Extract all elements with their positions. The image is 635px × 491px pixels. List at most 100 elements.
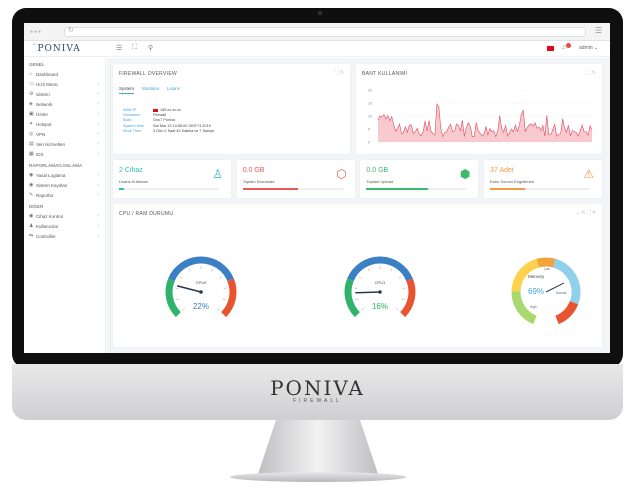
tab-system[interactable]: System [119, 86, 135, 94]
sidebar-item-icon: ◉ [29, 213, 34, 219]
sidebar-item[interactable]: ◈ Network › [24, 99, 105, 109]
gauge-needle [355, 291, 381, 294]
y-tick-label: 0 [368, 141, 370, 145]
stat-value: 0.0 GB [242, 167, 265, 174]
sidebar-item[interactable]: ▣ İzinler › [24, 109, 105, 119]
sidebar-item[interactable]: ⌂ Dashboard [24, 69, 105, 79]
stat-icon: ⬢ [459, 167, 471, 181]
chevron-right-icon: › [97, 192, 99, 198]
firewall-info: WAN IP 185.xx.xx.xx Hostname Firewall Build G… [123, 108, 214, 134]
fullscreen-icon[interactable]: ⛶ [132, 44, 137, 52]
sidebar-item[interactable]: ◉ Yasal Loglama › [24, 170, 105, 180]
stat-card: 0.0 GB Toplam Download ⬡ [236, 160, 355, 198]
memory-band [552, 258, 581, 305]
y-tick-label: 5 [368, 128, 370, 132]
chevron-right-icon: › [97, 91, 99, 97]
cpu-ram-card: CPU / RAM DURUMU ⌄ ↻ ⛶ ✕ CPU0 22% CPU1 16% M… [113, 204, 602, 347]
gauges: CPU0 22% CPU1 16% Memory 69% Low Normal High [165, 256, 581, 325]
sidebar-item-icon: ▦ [29, 151, 34, 157]
menu-toggle-icon[interactable]: ☰ [116, 44, 122, 52]
sidebar-item[interactable]: ◉ Sistem Kayıtları › [24, 180, 105, 190]
sidebar-item-icon: ♟ [29, 223, 34, 229]
sidebar-section-title: RAPORLAMA/LOGLAMA [29, 163, 83, 168]
sidebar-item-label: Sistem [36, 91, 50, 97]
stat-value: 2 Cihaz [119, 167, 143, 174]
sidebar-item-label: Dashboard [36, 71, 59, 77]
sidebar-item-icon: ✎ [29, 192, 34, 198]
search-icon[interactable]: ⚲ [148, 44, 153, 52]
window-dots: ●●● [30, 29, 43, 35]
gauge-value: 22% [193, 302, 209, 311]
chevron-right-icon: › [97, 141, 99, 147]
sidebar-item-icon: ▣ [29, 111, 34, 117]
app-logo[interactable]: ˆPONIVA [32, 44, 81, 54]
sidebar-item-icon: ✦ [29, 121, 34, 127]
monitor-stage: PONIVA FIREWALL ●●● ↻ ☰ ˆPONIVA ☰ ⛶ ⚲ ♫ … [0, 0, 635, 491]
sidebar-item[interactable]: ✎ Raporlar › [24, 190, 105, 200]
memory-value: 69% [528, 287, 544, 296]
stat-progress [242, 188, 298, 190]
chevron-right-icon: › [97, 101, 99, 107]
firewall-overview-card: FIREWALL OVERVIEW ⛶ ↻ System Modules Lisan… [113, 64, 350, 154]
sidebar-item-label: VPN [36, 131, 46, 137]
sidebar-item-label: Yasal Loglama [36, 172, 66, 178]
card-tools[interactable]: ⛶ ↻ [335, 70, 344, 76]
reload-icon[interactable]: ↻ [68, 26, 74, 34]
sidebar-item[interactable]: ♟ Kullanıcılar › [24, 221, 105, 231]
sidebar-item[interactable]: ◉ Cihaz Kontrol › [24, 211, 105, 221]
stat-value: 37 Adet [490, 167, 514, 174]
chevron-right-icon: › [97, 131, 99, 137]
chevron-right-icon: › [97, 223, 99, 229]
chin-logo: PONIVA FIREWALL [0, 376, 635, 404]
stat-track [119, 188, 219, 190]
sidebar-item-label: Cihaz Kontrol [36, 213, 64, 219]
sidebar-item[interactable]: ▦ IDS › [24, 149, 105, 159]
sidebar-item-label: IDS [36, 151, 44, 157]
sidebar-item-label: Kullanıcılar [36, 223, 59, 229]
sidebar-item-icon: ⚙ [29, 91, 34, 97]
stat-card: 2 Cihaz Lisans Kullanımı ♙ [113, 160, 231, 198]
url-bar[interactable] [64, 27, 586, 37]
memory-name: Memory [528, 274, 545, 279]
language-flag-icon[interactable] [547, 46, 554, 51]
memory-scale-label: High [530, 305, 537, 309]
user-menu[interactable]: admin ⌄ [579, 45, 598, 51]
gauge-name: CPU1 [375, 280, 386, 285]
stat-label: Koku Sorucu Engellenen [490, 179, 535, 184]
browser-menu-icon[interactable]: ☰ [595, 26, 602, 35]
bandwidth-area [378, 104, 592, 142]
sidebar-item[interactable]: ⇆ Controller › [24, 231, 105, 241]
sidebar-item-icon: ▭ [29, 81, 34, 87]
chevron-right-icon: › [97, 172, 99, 178]
sidebar-item[interactable]: ⚙ Sistem › [24, 89, 105, 99]
sidebar-item[interactable]: ✦ Hotspot › [24, 119, 105, 129]
sidebar-item-label: Network [36, 101, 53, 107]
firewall-tabs: System Modules Lisans [119, 86, 180, 94]
sidebar-item-icon: ◈ [29, 101, 33, 107]
sidebar-item-icon: ◉ [29, 182, 34, 188]
sidebar-item-label: Controller [36, 233, 56, 239]
gauge-hub [199, 290, 203, 294]
stat-icon: ♙ [212, 167, 223, 181]
y-tick-label: 10 [368, 115, 372, 119]
sidebar-item-icon: ⌂ [29, 71, 33, 77]
tab-lisans[interactable]: Lisans [167, 86, 180, 94]
top-header: ˆPONIVA ☰ ⛶ ⚲ ♫ admin ⌄ [24, 41, 610, 57]
tab-modules[interactable]: Modules [142, 86, 159, 94]
bandwidth-card: BANT KULLANIMI ⛶ ↻ 20 15 10 5 0 [356, 64, 602, 154]
chevron-right-icon: › [97, 213, 99, 219]
sidebar-item[interactable]: ▤ Veri Hizmetleri › [24, 139, 105, 149]
sidebar-item-label: İzinler [36, 111, 49, 117]
stat-progress [490, 188, 526, 190]
sidebar-item[interactable]: ◎ VPN › [24, 129, 105, 139]
stat-progress [366, 188, 429, 190]
sidebar-item-label: Veri Hizmetleri [36, 141, 66, 147]
stat-card: 0.0 GB Toplam Upload ⬢ [360, 160, 479, 198]
main-content: FIREWALL OVERVIEW ⛶ ↻ System Modules Lisan… [107, 58, 610, 353]
sidebar-item[interactable]: ▭ Hızlı Menü › [24, 79, 105, 89]
stat-label: Toplam Download [242, 179, 275, 184]
chevron-right-icon: › [97, 182, 99, 188]
sidebar-item-label: Raporlar [36, 192, 54, 198]
info-key: Work Time [123, 128, 142, 133]
sidebar-section-title: DİĞER [29, 204, 44, 209]
